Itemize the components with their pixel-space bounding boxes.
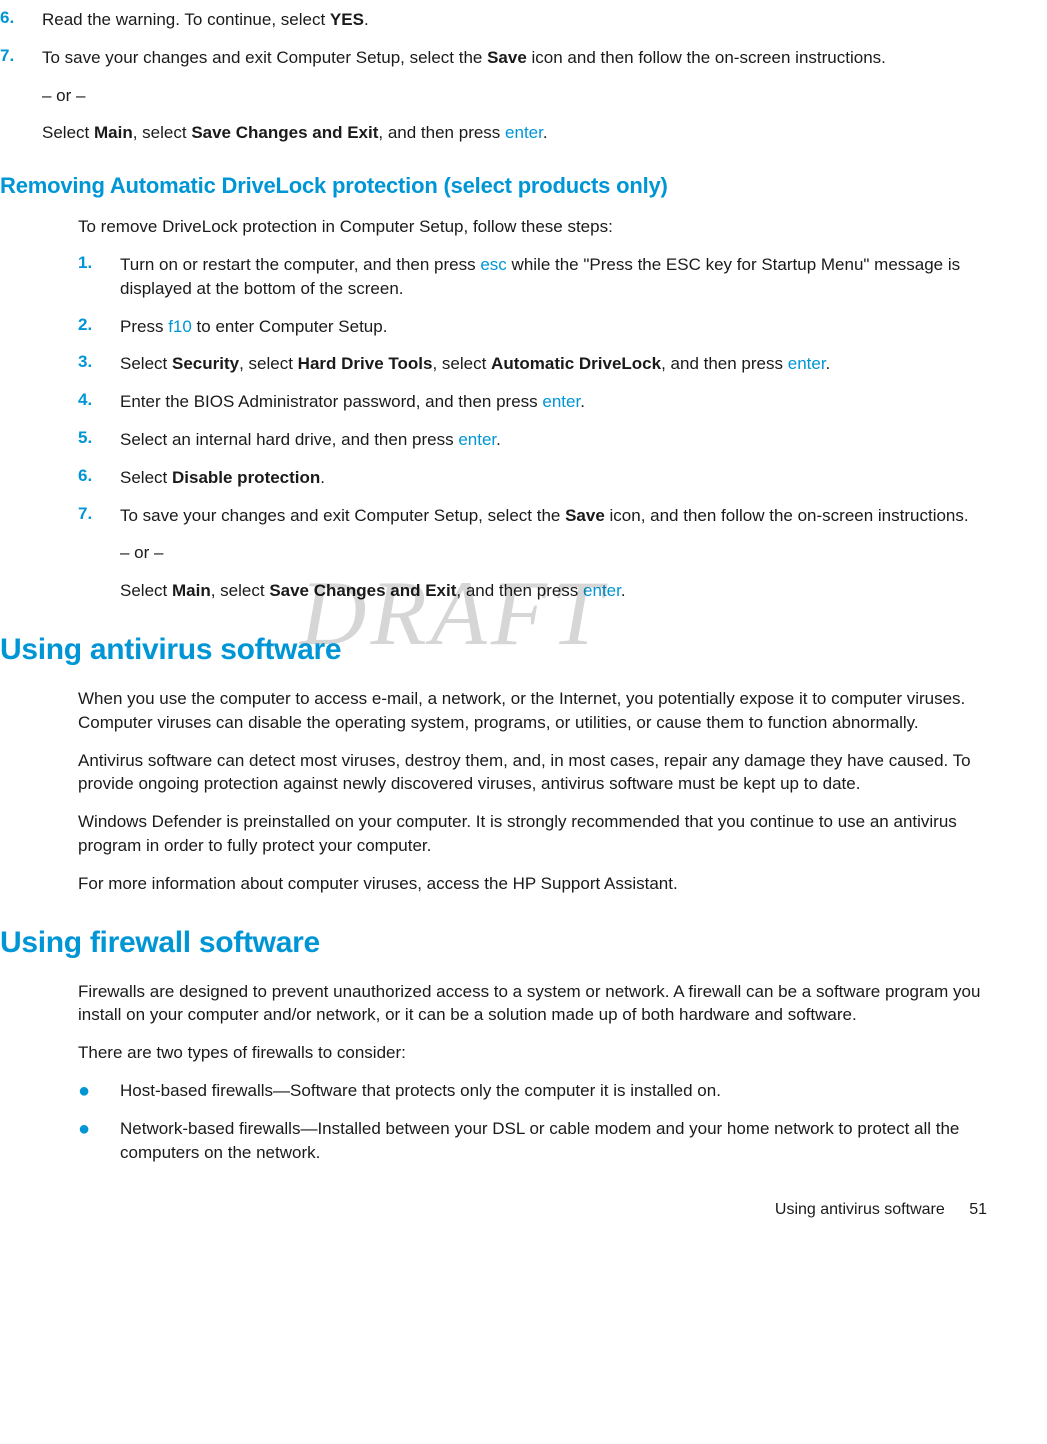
step: 7.To save your changes and exit Computer… (78, 504, 987, 603)
body-paragraph: For more information about computer viru… (78, 872, 987, 896)
step-text-alt: Select Main, select Save Changes and Exi… (120, 579, 987, 603)
step-text: To save your changes and exit Computer S… (42, 46, 987, 70)
antivirus-body: When you use the computer to access e-ma… (78, 687, 987, 896)
heading-firewall: Using firewall software (0, 926, 987, 960)
bullet-item: ●Host-based firewalls—Software that prot… (78, 1079, 987, 1103)
step-text-alt: Select Main, select Save Changes and Exi… (42, 121, 987, 145)
step-7: 7. To save your changes and exit Compute… (0, 46, 987, 145)
step: 5.Select an internal hard drive, and the… (78, 428, 987, 452)
bullet-text: Network-based firewalls—Installed betwee… (120, 1117, 987, 1165)
step-text: Select Security, select Hard Drive Tools… (120, 352, 987, 376)
step: 6.Select Disable protection. (78, 466, 987, 490)
step-text: Select an internal hard drive, and then … (120, 428, 987, 452)
step-text: Select Disable protection. (120, 466, 987, 490)
step-text: To save your changes and exit Computer S… (120, 504, 987, 528)
heading-antivirus: Using antivirus software (0, 633, 987, 667)
step-text: Press f10 to enter Computer Setup. (120, 315, 987, 339)
step-number: 3. (78, 352, 120, 376)
heading-removing-drivelock: Removing Automatic DriveLock protection … (0, 173, 987, 199)
step-number: 1. (78, 253, 120, 301)
page-footer: Using antivirus software 51 (775, 1201, 987, 1219)
step-number: 2. (78, 315, 120, 339)
step-or: – or – (120, 541, 987, 565)
step-text: Read the warning. To continue, select YE… (42, 8, 987, 32)
body-paragraph: Antivirus software can detect most virus… (78, 749, 987, 797)
firewall-bullets: ●Host-based firewalls—Software that prot… (78, 1079, 987, 1165)
step-number: 7. (0, 46, 42, 145)
step-text: Turn on or restart the computer, and the… (120, 253, 987, 301)
step: 4.Enter the BIOS Administrator password,… (78, 390, 987, 414)
footer-page-number: 51 (969, 1201, 987, 1218)
step-number: 6. (0, 8, 42, 32)
step: 1.Turn on or restart the computer, and t… (78, 253, 987, 301)
step-text: Enter the BIOS Administrator password, a… (120, 390, 987, 414)
body-paragraph: Firewalls are designed to prevent unauth… (78, 980, 987, 1028)
body-paragraph: There are two types of firewalls to cons… (78, 1041, 987, 1065)
body-paragraph: When you use the computer to access e-ma… (78, 687, 987, 735)
step-number: 4. (78, 390, 120, 414)
step: 3.Select Security, select Hard Drive Too… (78, 352, 987, 376)
bullet-icon: ● (78, 1117, 120, 1165)
footer-title: Using antivirus software (775, 1201, 945, 1218)
bullet-item: ●Network-based firewalls—Installed betwe… (78, 1117, 987, 1165)
body-paragraph: Windows Defender is preinstalled on your… (78, 810, 987, 858)
removing-steps: 1.Turn on or restart the computer, and t… (78, 253, 987, 603)
firewall-body: Firewalls are designed to prevent unauth… (78, 980, 987, 1165)
continued-steps: 6. Read the warning. To continue, select… (0, 8, 987, 145)
bullet-icon: ● (78, 1079, 120, 1103)
step-number: 7. (78, 504, 120, 603)
removing-intro: To remove DriveLock protection in Comput… (78, 215, 987, 239)
bullet-text: Host-based firewalls—Software that prote… (120, 1079, 987, 1103)
document-page: DRAFT 6. Read the warning. To continue, … (0, 0, 1047, 1239)
step-6: 6. Read the warning. To continue, select… (0, 8, 987, 32)
step-number: 5. (78, 428, 120, 452)
step: 2.Press f10 to enter Computer Setup. (78, 315, 987, 339)
step-or: – or – (42, 84, 987, 108)
step-number: 6. (78, 466, 120, 490)
